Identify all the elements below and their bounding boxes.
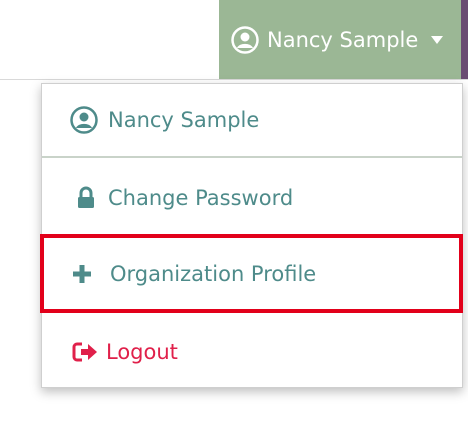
plus-icon [66,260,98,288]
user-circle-icon [231,25,259,54]
menu-item-label: Organization Profile [110,262,317,286]
lock-icon [70,184,102,212]
menu-item-profile-name[interactable]: Nancy Sample [42,84,462,158]
menu-item-label: Change Password [108,186,294,210]
menu-item-organization-profile[interactable]: Organization Profile [42,236,462,312]
menu-item-logout[interactable]: Logout [42,314,462,389]
menu-item-change-password[interactable]: Change Password [42,160,462,236]
user-menu-toggle[interactable]: Nancy Sample [219,0,461,79]
menu-item-label: Nancy Sample [108,108,260,132]
header-edge-strip [461,0,468,79]
sign-out-icon [70,338,102,366]
user-dropdown-menu: Nancy Sample Change Password Organizatio… [41,83,463,388]
user-name-label: Nancy Sample [267,27,419,52]
menu-divider [42,312,462,313]
caret-down-icon [430,35,444,45]
menu-item-label: Logout [106,339,178,364]
user-circle-icon [68,106,100,134]
